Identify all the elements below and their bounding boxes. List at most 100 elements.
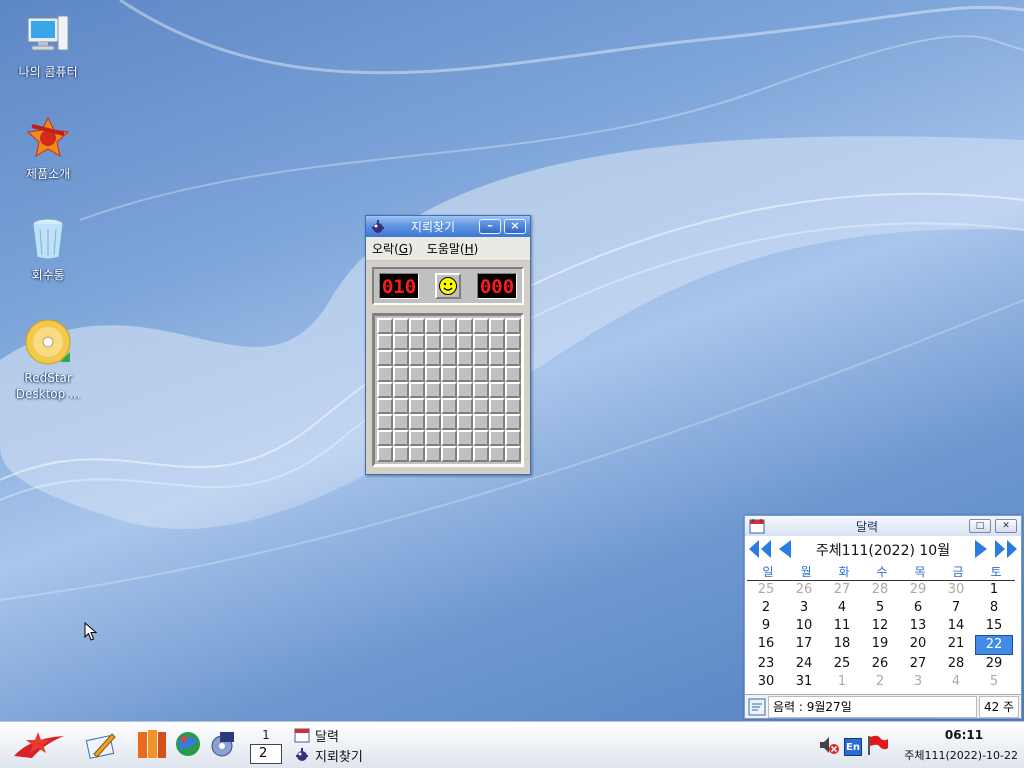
mine-cell[interactable]: [505, 366, 521, 382]
calendar-day[interactable]: 7: [937, 599, 975, 617]
mine-cell[interactable]: [505, 398, 521, 414]
reset-face-button[interactable]: [435, 273, 461, 299]
mine-cell[interactable]: [377, 334, 393, 350]
mine-cell[interactable]: [377, 382, 393, 398]
calendar-mode-icon[interactable]: [748, 698, 766, 716]
task-minesweeper[interactable]: 지뢰찾기: [294, 745, 363, 765]
mine-cell[interactable]: [441, 430, 457, 446]
calendar-day[interactable]: 29: [899, 581, 937, 599]
mine-cell[interactable]: [489, 398, 505, 414]
mine-cell[interactable]: [473, 366, 489, 382]
calendar-day[interactable]: 10: [785, 617, 823, 635]
prev-month-icon[interactable]: [777, 538, 793, 563]
mine-cell[interactable]: [393, 414, 409, 430]
calendar-day[interactable]: 22: [975, 635, 1013, 655]
mine-cell[interactable]: [393, 382, 409, 398]
calendar-day[interactable]: 28: [861, 581, 899, 599]
mine-cell[interactable]: [409, 414, 425, 430]
mine-cell[interactable]: [441, 414, 457, 430]
mine-cell[interactable]: [473, 334, 489, 350]
mine-cell[interactable]: [425, 398, 441, 414]
mine-cell[interactable]: [489, 382, 505, 398]
calendar-day[interactable]: 3: [899, 673, 937, 691]
keyboard-language-indicator[interactable]: En: [844, 737, 862, 756]
close-button[interactable]: ✕: [995, 519, 1017, 533]
calendar-day[interactable]: 27: [823, 581, 861, 599]
mine-cell[interactable]: [393, 318, 409, 334]
menu-game[interactable]: 오락(G): [372, 240, 413, 257]
calendar-titlebar[interactable]: 달력 □ ✕: [745, 516, 1021, 536]
mine-cell[interactable]: [441, 350, 457, 366]
calendar-day[interactable]: 2: [747, 599, 785, 617]
mine-cell[interactable]: [393, 334, 409, 350]
mine-cell[interactable]: [473, 382, 489, 398]
mine-cell[interactable]: [425, 334, 441, 350]
launcher-office[interactable]: [136, 728, 168, 765]
start-menu-button[interactable]: [10, 728, 68, 765]
mine-cell[interactable]: [505, 334, 521, 350]
mine-cell[interactable]: [409, 382, 425, 398]
mine-cell[interactable]: [457, 414, 473, 430]
mine-cell[interactable]: [377, 446, 393, 462]
mine-cell[interactable]: [393, 350, 409, 366]
mine-cell[interactable]: [489, 446, 505, 462]
launcher-media[interactable]: [208, 730, 238, 761]
calendar-day[interactable]: 29: [975, 655, 1013, 673]
mine-cell[interactable]: [425, 382, 441, 398]
mine-cell[interactable]: [377, 430, 393, 446]
mine-cell[interactable]: [409, 446, 425, 462]
minimize-button[interactable]: –: [479, 219, 501, 234]
mine-cell[interactable]: [473, 446, 489, 462]
mine-cell[interactable]: [441, 334, 457, 350]
calendar-day[interactable]: 16: [747, 635, 785, 655]
calendar-day[interactable]: 18: [823, 635, 861, 655]
volume-muted-icon[interactable]: [818, 734, 840, 759]
mine-cell[interactable]: [473, 350, 489, 366]
mine-cell[interactable]: [473, 430, 489, 446]
mine-cell[interactable]: [393, 430, 409, 446]
calendar-day[interactable]: 4: [823, 599, 861, 617]
mine-cell[interactable]: [425, 414, 441, 430]
desktop-icon-recycle-bin[interactable]: 회수통: [0, 215, 96, 283]
calendar-day[interactable]: 4: [937, 673, 975, 691]
calendar-day[interactable]: 26: [785, 581, 823, 599]
mine-cell[interactable]: [393, 366, 409, 382]
desktop-icon-product-intro[interactable]: 제품소개: [0, 114, 96, 182]
mine-cell[interactable]: [425, 350, 441, 366]
mine-cell[interactable]: [489, 318, 505, 334]
calendar-day[interactable]: 13: [899, 617, 937, 635]
mine-cell[interactable]: [377, 318, 393, 334]
calendar-day[interactable]: 11: [823, 617, 861, 635]
mine-cell[interactable]: [393, 446, 409, 462]
calendar-day[interactable]: 6: [899, 599, 937, 617]
mine-cell[interactable]: [409, 318, 425, 334]
calendar-day[interactable]: 24: [785, 655, 823, 673]
mine-cell[interactable]: [425, 446, 441, 462]
mine-cell[interactable]: [409, 334, 425, 350]
calendar-day[interactable]: 1: [975, 581, 1013, 599]
mine-cell[interactable]: [457, 318, 473, 334]
mine-cell[interactable]: [505, 414, 521, 430]
mine-cell[interactable]: [457, 350, 473, 366]
calendar-day[interactable]: 31: [785, 673, 823, 691]
mine-cell[interactable]: [409, 430, 425, 446]
mine-cell[interactable]: [441, 382, 457, 398]
mine-cell[interactable]: [505, 446, 521, 462]
calendar-day[interactable]: 30: [747, 673, 785, 691]
mine-cell[interactable]: [441, 366, 457, 382]
calendar-day[interactable]: 5: [861, 599, 899, 617]
desktop-icon-redstar-dvd[interactable]: RedStar Desktop ...: [0, 318, 96, 402]
calendar-day[interactable]: 27: [899, 655, 937, 673]
calendar-day[interactable]: 1: [823, 673, 861, 691]
calendar-day[interactable]: 12: [861, 617, 899, 635]
calendar-day[interactable]: 28: [937, 655, 975, 673]
clock[interactable]: 06:11 주체111(2022)-10-22: [898, 724, 1018, 766]
calendar-day[interactable]: 23: [747, 655, 785, 673]
mine-cell[interactable]: [457, 382, 473, 398]
mine-cell[interactable]: [409, 350, 425, 366]
mine-cell[interactable]: [425, 430, 441, 446]
close-button[interactable]: ×: [504, 219, 526, 234]
calendar-day[interactable]: 17: [785, 635, 823, 655]
mine-cell[interactable]: [457, 446, 473, 462]
mine-cell[interactable]: [457, 398, 473, 414]
